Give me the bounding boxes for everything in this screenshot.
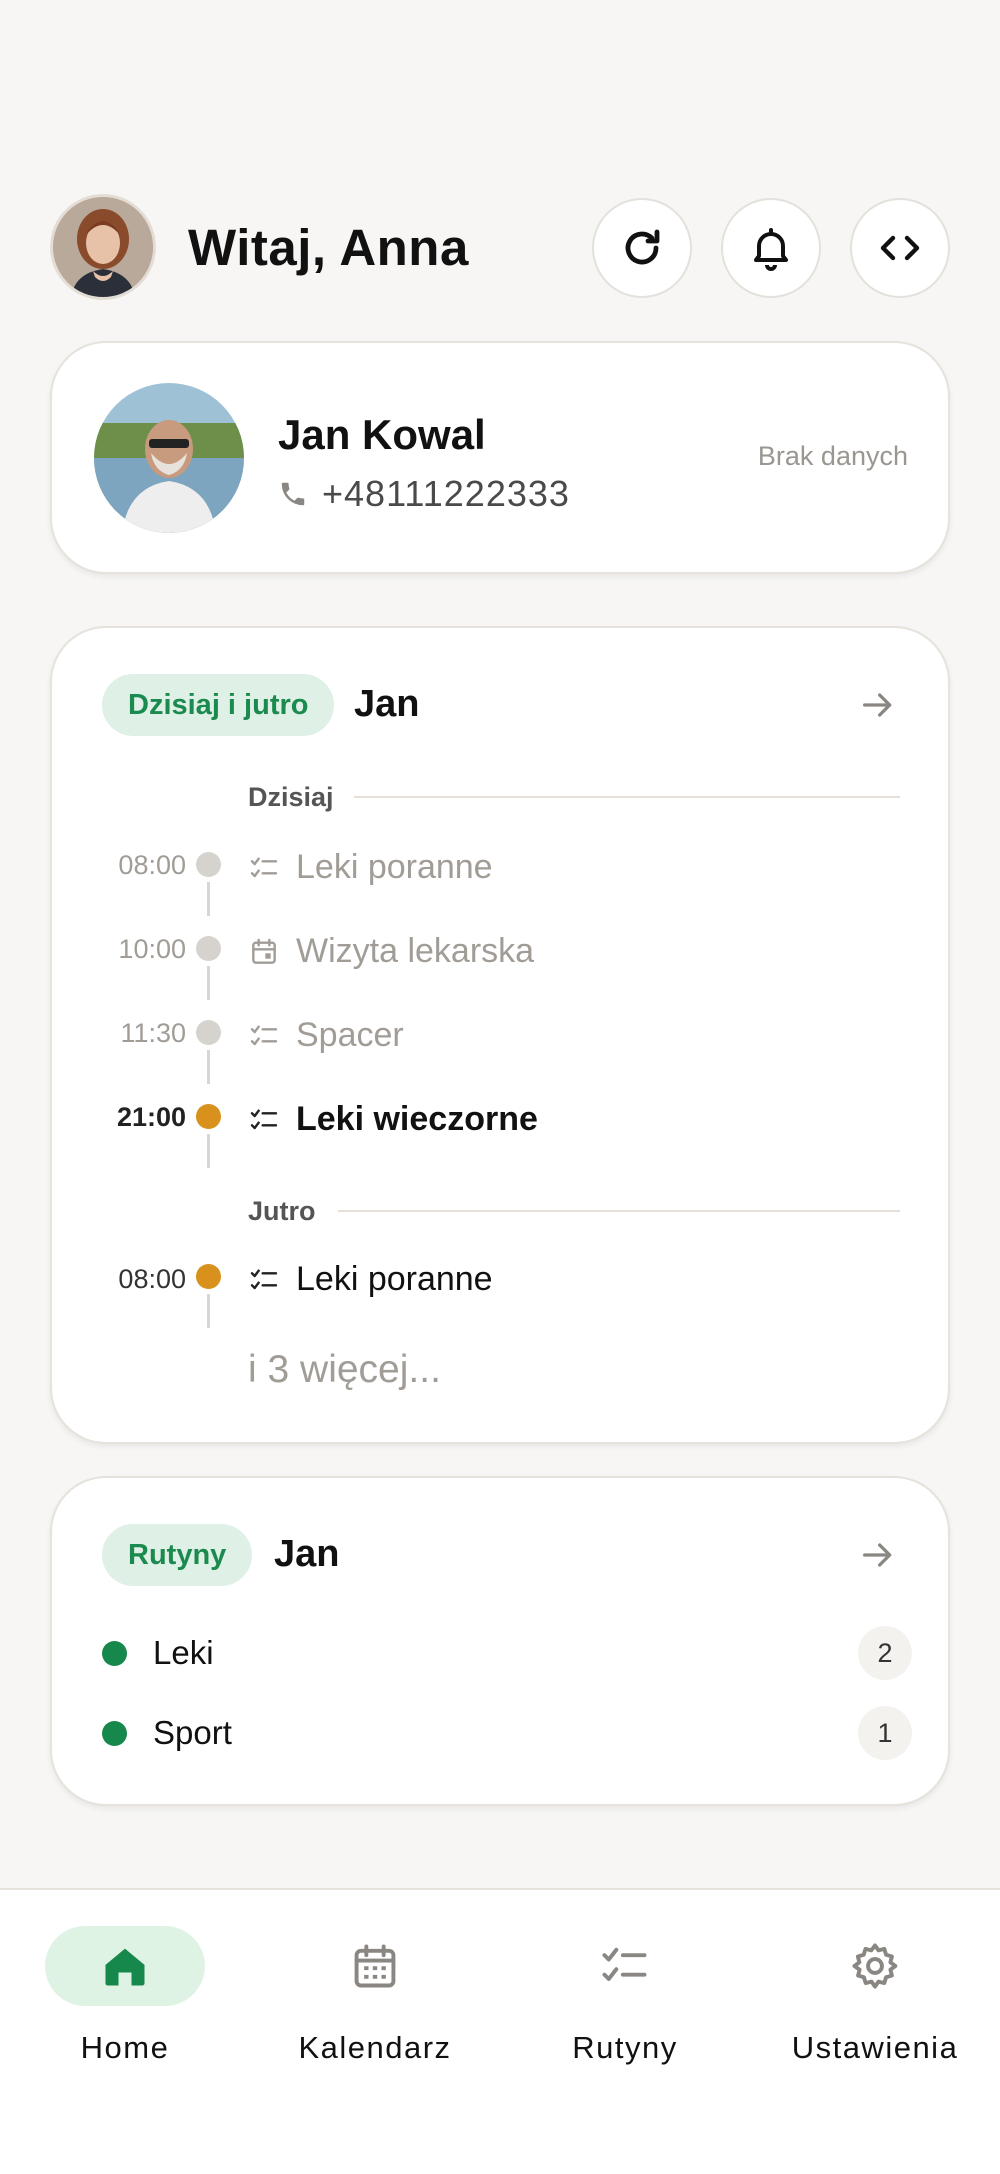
nav-icon-container [45, 1926, 205, 2006]
arrow-right-icon[interactable] [858, 1535, 898, 1575]
routines-pill: Rutyny [102, 1524, 253, 1586]
checklist-icon [602, 1947, 647, 1981]
event-item[interactable]: Wizyta lekarska [248, 932, 534, 971]
timeline-line [207, 882, 210, 916]
event-title: Leki wieczorne [296, 1100, 538, 1138]
calendar-icon [354, 1944, 396, 1988]
nav-icon-container [545, 1926, 705, 2006]
timeline-dot-active [196, 1104, 221, 1129]
section-tomorrow-label: Jutro [248, 1196, 316, 1226]
phone-icon [281, 482, 305, 506]
routine-dot [102, 1640, 127, 1666]
user-avatar[interactable] [50, 194, 156, 300]
contact-phone-text: +48111222333 [322, 473, 570, 514]
refresh-button[interactable] [592, 198, 692, 298]
divider [354, 796, 900, 798]
routine-count: 2 [858, 1626, 912, 1680]
event-time: 21:00 [116, 1102, 186, 1132]
contact-card[interactable]: Jan Kowal +48111222333 Brak danych [50, 341, 950, 574]
code-icon [880, 235, 920, 261]
divider [338, 1210, 900, 1212]
gear-icon [852, 1943, 898, 1989]
contact-status: Brak danych [757, 441, 908, 471]
nav-item-calendar[interactable]: Kalendarz [250, 1926, 500, 2076]
routine-count: 1 [858, 1706, 912, 1760]
bell-icon [754, 228, 788, 271]
event-time: 08:00 [118, 1264, 186, 1294]
event-time: 11:30 [120, 1018, 186, 1048]
schedule-pill: Dzisiaj i jutro [102, 674, 335, 736]
nav-item-home[interactable]: Home [0, 1926, 250, 2076]
routine-item[interactable]: Sport 1 [102, 1706, 912, 1760]
event-title: Wizyta lekarska [296, 932, 535, 970]
event-title: Spacer [296, 1016, 404, 1054]
timeline-line [207, 1050, 210, 1084]
home-icon [105, 1948, 145, 1986]
schedule-owner: Jan [354, 683, 420, 725]
calendar-icon [252, 938, 276, 964]
nav-icon-container [295, 1926, 455, 2006]
event-item[interactable]: Spacer [248, 1016, 404, 1055]
nav-icon-container [795, 1926, 955, 2006]
event-item[interactable]: Leki poranne [248, 1260, 493, 1299]
show-more-link[interactable]: i 3 więcej... [248, 1348, 441, 1392]
routine-item[interactable]: Leki 2 [102, 1626, 912, 1680]
checklist-icon [250, 1108, 278, 1129]
bottom-nav: Home Kalendarz Rutyny Ustawienia [0, 1888, 1000, 2174]
contact-phone[interactable]: +48111222333 [278, 473, 570, 515]
timeline-line [207, 1134, 210, 1168]
section-today-label: Dzisiaj [248, 782, 334, 812]
timeline-line [207, 1294, 210, 1328]
event-title: Leki poranne [296, 1260, 493, 1298]
routines-owner: Jan [274, 1533, 340, 1575]
code-button[interactable] [850, 198, 950, 298]
event-time: 10:00 [118, 934, 186, 964]
event-time: 08:00 [118, 850, 186, 880]
nav-label: Rutyny [572, 2030, 678, 2065]
routine-label: Sport [153, 1714, 232, 1751]
checklist-icon [250, 1268, 278, 1289]
greeting-text: Witaj, Anna [188, 219, 469, 276]
routine-dot [102, 1720, 127, 1746]
schedule-card: Dzisiaj i jutro Jan Dzisiaj 08:00 Leki p… [50, 626, 950, 1444]
arrow-right-icon[interactable] [858, 685, 898, 725]
contact-avatar [94, 383, 244, 533]
timeline-dot [196, 852, 221, 877]
nav-label: Kalendarz [298, 2030, 452, 2065]
event-item[interactable]: Leki poranne [248, 848, 493, 887]
timeline-dot [196, 936, 221, 961]
timeline-line [207, 966, 210, 1000]
routine-label: Leki [153, 1634, 214, 1671]
header: Witaj, Anna [50, 194, 950, 302]
checklist-icon [250, 1024, 278, 1045]
contact-name: Jan Kowal [278, 411, 486, 458]
checklist-icon [250, 856, 278, 877]
nav-label: Ustawienia [791, 2030, 959, 2065]
nav-label: Home [80, 2030, 170, 2065]
event-title: Leki poranne [296, 848, 493, 886]
notifications-button[interactable] [721, 198, 821, 298]
timeline-dot-active [196, 1264, 221, 1289]
nav-item-settings[interactable]: Ustawienia [750, 1926, 1000, 2076]
timeline-dot [196, 1020, 221, 1045]
refresh-icon [625, 229, 660, 265]
routines-card: Rutyny Jan Leki 2 Sport 1 [50, 1476, 950, 1806]
nav-item-routines[interactable]: Rutyny [500, 1926, 750, 2076]
event-item[interactable]: Leki wieczorne [248, 1100, 538, 1139]
